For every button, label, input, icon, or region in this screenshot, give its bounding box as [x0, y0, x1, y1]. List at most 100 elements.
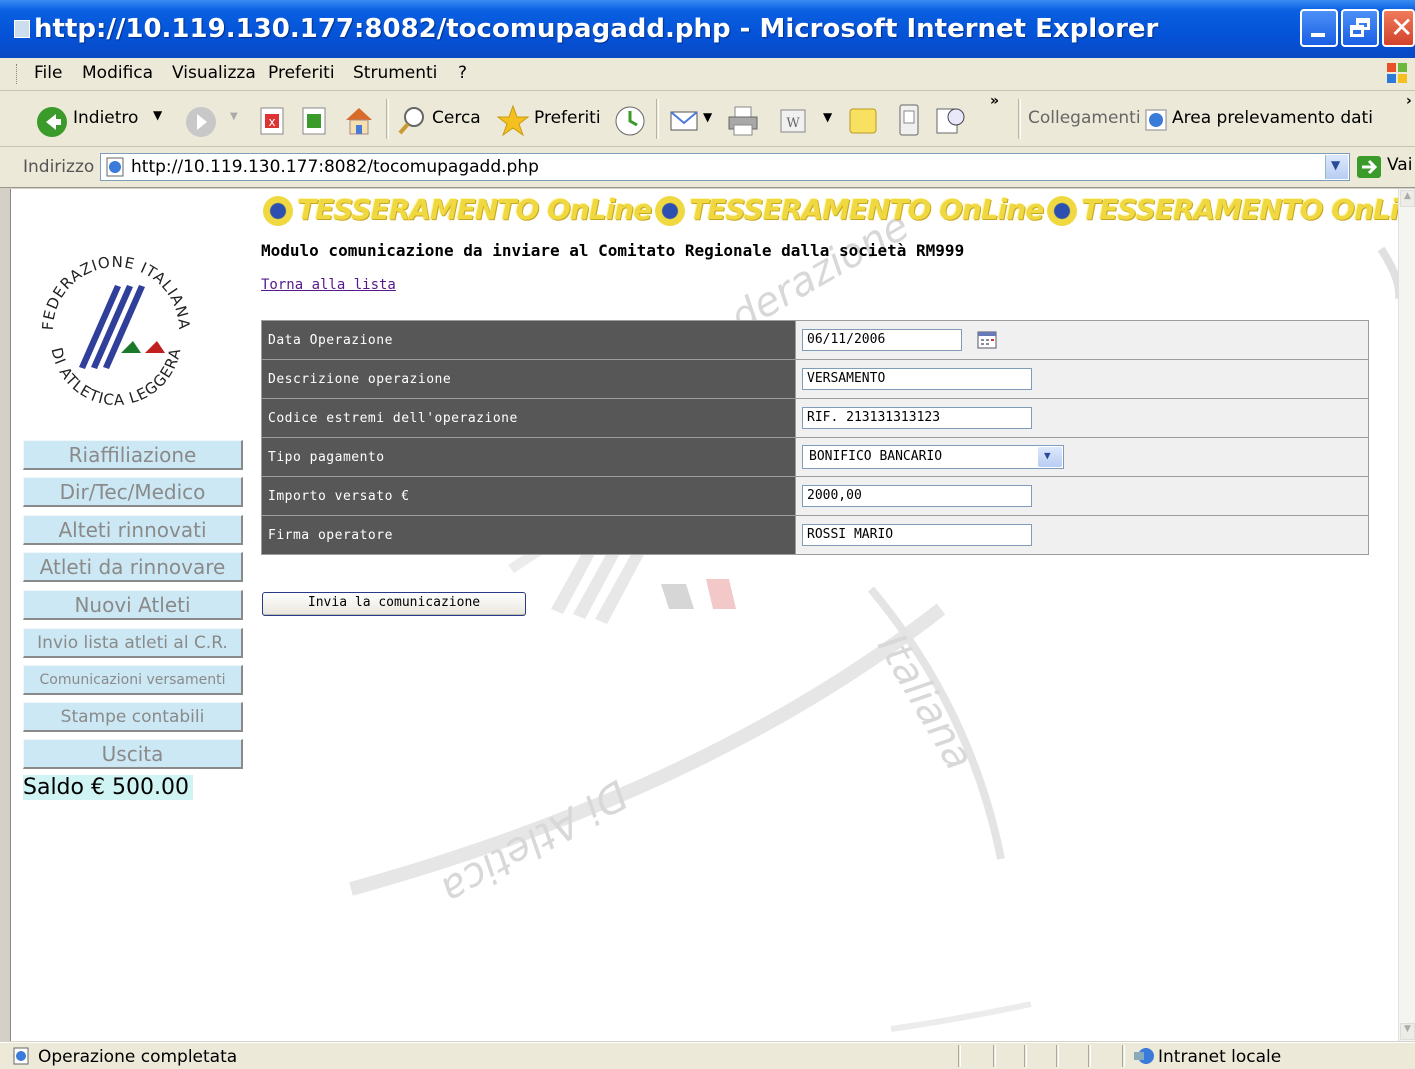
- windows-logo-icon: [1387, 63, 1407, 83]
- calendar-icon[interactable]: [977, 331, 997, 349]
- status-separator: [1056, 1045, 1059, 1067]
- description-input[interactable]: VERSAMENTO: [802, 368, 1032, 390]
- form-row: Tipo pagamento BONIFICO BANCARIO ▼: [261, 437, 1369, 477]
- refresh-icon[interactable]: [300, 106, 328, 136]
- svg-text:x: x: [268, 115, 275, 129]
- date-input[interactable]: 06/11/2006: [802, 329, 962, 351]
- back-dropdown-icon[interactable]: ▼: [153, 108, 162, 122]
- address-dropdown-button[interactable]: ▼: [1325, 155, 1348, 179]
- form-row: Importo versato € 2000,00: [261, 476, 1369, 516]
- field-label: Firma operatore: [261, 515, 796, 555]
- mail-dropdown-icon[interactable]: ▼: [703, 110, 712, 124]
- ie-page-icon: [14, 20, 30, 38]
- payment-form: Data Operazione 06/11/2006 Descrizione o…: [261, 320, 1369, 555]
- nav-dir-tec-medico[interactable]: Dir/Tec/Medico: [23, 477, 243, 507]
- go-arrow-icon[interactable]: [1356, 155, 1382, 179]
- select-dropdown-button[interactable]: ▼: [1038, 447, 1062, 467]
- menu-strumenti[interactable]: Strumenti: [353, 63, 437, 83]
- nav-uscita[interactable]: Uscita: [23, 739, 243, 769]
- toolbar: Indietro ▼ ▼ x Cerca Preferiti ▼ W ▼ » C…: [0, 91, 1415, 147]
- close-icon: ✕: [1390, 11, 1414, 44]
- form-row: Codice estremi dell'operazione RIF. 2131…: [261, 398, 1369, 438]
- close-button[interactable]: ✕: [1382, 9, 1415, 47]
- form-row: Descrizione operazione VERSAMENTO: [261, 359, 1369, 399]
- menu-bar: File Modifica Visualizza Preferiti Strum…: [0, 58, 1415, 91]
- svg-text:W: W: [786, 116, 800, 131]
- mail-icon[interactable]: [668, 106, 702, 136]
- nav-comunicazioni-versamenti[interactable]: Comunicazioni versamenti: [23, 665, 243, 695]
- banner-logo-icon: [655, 196, 686, 226]
- nav-stampe-contabili[interactable]: Stampe contabili: [23, 702, 243, 732]
- status-text: Operazione completata: [38, 1047, 238, 1067]
- nav-alteti-rinnovati[interactable]: Alteti rinnovati: [23, 515, 243, 545]
- fidal-logo: FEDERAZIONE ITALIANA DI ATLETICA LEGGERA: [39, 253, 192, 409]
- home-icon[interactable]: [342, 104, 376, 136]
- edit-word-icon[interactable]: W: [778, 107, 808, 135]
- status-separator: [1088, 1045, 1091, 1067]
- title-bar: http://10.119.130.177:8082/tocomupagadd.…: [0, 0, 1415, 58]
- back-to-list-link[interactable]: Torna alla lista: [261, 277, 396, 293]
- maximize-button[interactable]: [1341, 9, 1379, 47]
- forward-arrow-icon[interactable]: [185, 106, 217, 138]
- menu-modifica[interactable]: Modifica: [82, 63, 153, 83]
- menu-preferiti[interactable]: Preferiti: [268, 63, 335, 83]
- vertical-scrollbar[interactable]: ▲ ▼: [1398, 189, 1415, 1041]
- minimize-button[interactable]: [1300, 9, 1338, 47]
- address-url: http://10.119.130.177:8082/tocomupagadd.…: [131, 157, 539, 177]
- nav-riaffiliazione[interactable]: Riaffiliazione: [23, 440, 243, 470]
- page-done-icon: [13, 1047, 29, 1065]
- research-icon[interactable]: [934, 103, 968, 137]
- status-separator: [1024, 1045, 1027, 1067]
- menu-file[interactable]: File: [34, 63, 62, 83]
- links-label[interactable]: Collegamenti: [1028, 108, 1141, 128]
- back-button[interactable]: Indietro: [73, 108, 138, 128]
- menu-help[interactable]: ?: [458, 63, 467, 83]
- status-separator: [1122, 1045, 1125, 1067]
- messenger-icon[interactable]: [896, 103, 922, 137]
- address-input[interactable]: http://10.119.130.177:8082/tocomupagadd.…: [100, 153, 1350, 181]
- toolbar-separator: [386, 99, 389, 139]
- field-label: Descrizione operazione: [261, 359, 796, 399]
- nav-atleti-da-rinnovare[interactable]: Atleti da rinnovare: [23, 552, 243, 582]
- amount-input[interactable]: 2000,00: [802, 485, 1032, 507]
- nav-invio-lista[interactable]: Invio lista atleti al C.R.: [23, 628, 243, 658]
- print-icon[interactable]: [726, 105, 760, 137]
- discuss-icon[interactable]: [846, 105, 880, 137]
- search-icon[interactable]: [396, 105, 426, 137]
- back-arrow-icon[interactable]: [36, 106, 68, 138]
- banner-text: TESSERAMENTO OnLine: [297, 193, 652, 226]
- forward-dropdown-icon[interactable]: ▼: [230, 111, 238, 122]
- menu-visualizza[interactable]: Visualizza: [172, 63, 256, 83]
- links-overflow-icon[interactable]: ›: [1406, 93, 1412, 109]
- toolbar-overflow-icon[interactable]: »: [990, 93, 999, 109]
- submit-button[interactable]: Invia la comunicazione: [262, 592, 526, 616]
- history-icon[interactable]: [614, 105, 646, 137]
- field-label: Codice estremi dell'operazione: [261, 398, 796, 438]
- page-title: Modulo comunicazione da inviare al Comit…: [261, 241, 965, 260]
- toolbar-separator: [1018, 99, 1021, 139]
- page-icon: [106, 157, 124, 177]
- payment-type-value: BONIFICO BANCARIO: [809, 449, 943, 464]
- field-label: Data Operazione: [261, 320, 796, 360]
- banner-text: TESSERAMENTO OnLine: [1081, 193, 1399, 226]
- edit-dropdown-icon[interactable]: ▼: [823, 110, 832, 124]
- payment-type-select[interactable]: BONIFICO BANCARIO ▼: [802, 445, 1064, 469]
- window-title: http://10.119.130.177:8082/tocomupagadd.…: [34, 14, 1159, 44]
- stop-icon[interactable]: x: [258, 106, 286, 136]
- scroll-down-icon[interactable]: ▼: [1400, 1023, 1415, 1040]
- toolbar-separator: [656, 99, 659, 139]
- favorites-star-icon[interactable]: [496, 104, 530, 138]
- download-area-link[interactable]: Area prelevamento dati: [1172, 108, 1373, 128]
- address-bar: Indirizzo http://10.119.130.177:8082/toc…: [0, 147, 1415, 188]
- ie-link-icon: [1145, 109, 1167, 131]
- operator-signature-input[interactable]: ROSSI MARIO: [802, 524, 1032, 546]
- favorites-button[interactable]: Preferiti: [534, 108, 601, 128]
- nav-nuovi-atleti[interactable]: Nuovi Atleti: [23, 590, 243, 620]
- status-bar: Operazione completata Intranet locale: [0, 1042, 1415, 1069]
- scroll-up-icon[interactable]: ▲: [1400, 190, 1415, 207]
- search-button[interactable]: Cerca: [432, 108, 481, 128]
- address-label: Indirizzo: [23, 157, 95, 177]
- reference-code-input[interactable]: RIF. 213131313123: [802, 407, 1032, 429]
- balance: Saldo € 500.00: [23, 775, 193, 800]
- go-button[interactable]: Vai: [1387, 155, 1412, 175]
